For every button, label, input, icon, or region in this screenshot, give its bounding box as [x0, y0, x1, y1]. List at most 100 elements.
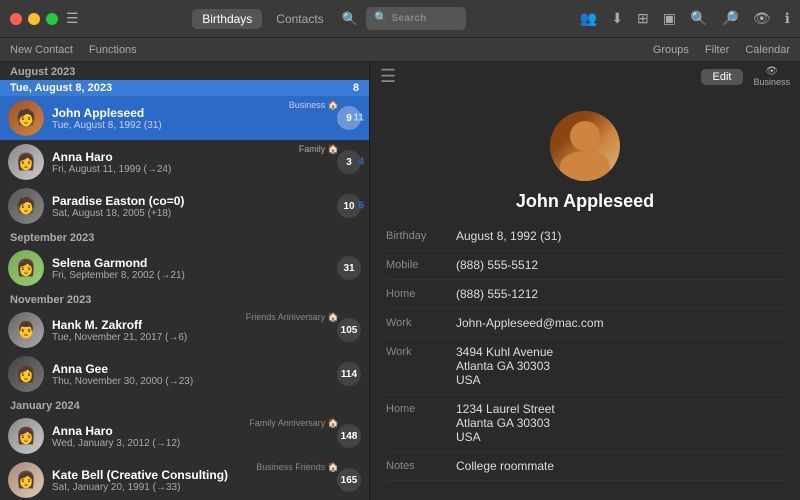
side-number-anna-aug: 4	[358, 157, 364, 168]
contact-tags-hank-nov: Friends Anniversary 🏠	[246, 312, 339, 323]
badge-anna-gee: 114	[337, 362, 361, 386]
business-toggle[interactable]: 👁 Business	[753, 66, 790, 87]
contact-date-hank-nov: Tue, November 21, 2017 (→6)	[52, 332, 329, 343]
side-number-john: 11	[353, 113, 364, 124]
list-view-icon[interactable]: ☰	[380, 66, 396, 87]
contact-row-john-appleseed[interactable]: 🧑 Business 🏠 John Appleseed Tue, August …	[0, 96, 369, 140]
filter-label[interactable]: Filter	[705, 44, 729, 56]
profile-avatar	[550, 111, 620, 181]
avatar-kate: 👩	[8, 462, 44, 498]
avatar-anna-gee: 👩	[8, 356, 44, 392]
birthdays-tab[interactable]: Birthdays	[192, 9, 262, 29]
contact-row-anna-haro-aug[interactable]: 👩 Family 🏠 Anna Haro Fri, August 11, 199…	[0, 140, 369, 184]
value-notes: College roommate	[456, 459, 784, 473]
info-icon[interactable]: ℹ	[785, 10, 790, 27]
contact-name-paradise: Paradise Easton (co=0)	[52, 194, 329, 208]
detail-toolbar: ☰ Edit 👁 Business	[370, 62, 800, 91]
contact-date-paradise: Sat, August 18, 2005 (+18)	[52, 208, 329, 219]
main-content: August 2023 Tue, August 8, 2023 8 🧑 Busi…	[0, 62, 800, 500]
month-header-nov: November 2023	[0, 290, 369, 308]
calendar-label[interactable]: Calendar	[745, 44, 790, 56]
value-mobile: (888) 555-5512	[456, 258, 784, 272]
info-row-home-phone: Home (888) 555-1212	[386, 280, 784, 309]
title-bar-center: Birthdays Contacts 🔍 🔍 Search	[87, 7, 572, 30]
edit-button[interactable]: Edit	[701, 69, 744, 85]
contact-name-john: John Appleseed	[52, 106, 329, 120]
value-work-address: 3494 Kuhl Avenue Atlanta GA 30303 USA	[456, 345, 784, 387]
window-icon[interactable]: ▣	[663, 10, 676, 27]
avatar-john: 🧑	[8, 100, 44, 136]
contact-row-kate[interactable]: 👩 Business Friends 🏠 Kate Bell (Creative…	[0, 458, 369, 500]
label-notes: Notes	[386, 459, 446, 472]
contact-info-paradise: Paradise Easton (co=0) Sat, August 18, 2…	[52, 194, 329, 219]
contact-info-anna-gee: Anna Gee Thu, November 30, 2000 (→23)	[52, 362, 329, 387]
label-mobile: Mobile	[386, 258, 446, 271]
label-birthday: Birthday	[386, 229, 446, 242]
value-work-email: John-Appleseed@mac.com	[456, 316, 784, 330]
value-home-address: 1234 Laurel Street Atlanta GA 30303 USA	[456, 402, 784, 444]
profile-section: John Appleseed	[370, 91, 800, 222]
close-button[interactable]	[10, 13, 22, 25]
contact-info-kate: Business Friends 🏠 Kate Bell (Creative C…	[52, 468, 329, 493]
label-work-address: Work	[386, 345, 446, 358]
contact-info-selena: Selena Garmond Fri, September 8, 2002 (→…	[52, 256, 329, 281]
label-work-email: Work	[386, 316, 446, 329]
eye-detail-icon: 👁	[765, 66, 778, 77]
contacts-list: August 2023 Tue, August 8, 2023 8 🧑 Busi…	[0, 62, 370, 500]
groups-label[interactable]: Groups	[653, 44, 689, 56]
search-input[interactable]: 🔍 Search	[366, 7, 466, 30]
label-home-phone: Home	[386, 287, 446, 300]
contacts-tab[interactable]: Contacts	[266, 9, 333, 29]
contact-date-anna-gee: Thu, November 30, 2000 (→23)	[52, 376, 329, 387]
month-header-jan: January 2024	[0, 396, 369, 414]
people-icon[interactable]: 👥	[580, 10, 597, 27]
profile-avatar-image	[550, 111, 620, 181]
contact-info-anna-aug: Family 🏠 Anna Haro Fri, August 11, 1999 …	[52, 150, 329, 175]
contact-row-anna-gee[interactable]: 👩 Anna Gee Thu, November 30, 2000 (→23) …	[0, 352, 369, 396]
side-number-paradise: 6	[358, 201, 364, 212]
avatar-anna-jan: 👩	[8, 418, 44, 454]
contact-info-anna-jan: Family Anniversary 🏠 Anna Haro Wed, Janu…	[52, 424, 329, 449]
badge-anna-jan: 148	[337, 424, 361, 448]
contact-tags-anna-jan: Family Anniversary 🏠	[249, 418, 339, 429]
info-row-mobile: Mobile (888) 555-5512	[386, 251, 784, 280]
hamburger-icon[interactable]: ☰	[66, 10, 79, 27]
grid-icon[interactable]: ⊞	[637, 10, 649, 27]
contact-row-selena[interactable]: 👩 Selena Garmond Fri, September 8, 2002 …	[0, 246, 369, 290]
contact-date-selena: Fri, September 8, 2002 (→21)	[52, 270, 329, 281]
contact-row-anna-haro-jan[interactable]: 👩 Family Anniversary 🏠 Anna Haro Wed, Ja…	[0, 414, 369, 458]
info-fields: Birthday August 8, 1992 (31) Mobile (888…	[370, 222, 800, 481]
info-row-work-address: Work 3494 Kuhl Avenue Atlanta GA 30303 U…	[386, 338, 784, 395]
new-contact-button[interactable]: New Contact	[10, 44, 73, 56]
info-row-notes: Notes College roommate	[386, 452, 784, 481]
minimize-button[interactable]	[28, 13, 40, 25]
zoom-icon[interactable]: 🔎	[721, 10, 738, 27]
maximize-button[interactable]	[46, 13, 58, 25]
month-header-august: August 2023	[0, 62, 369, 80]
badge-selena: 31	[337, 256, 361, 280]
profile-name: John Appleseed	[516, 191, 654, 212]
contact-row-hank-nov[interactable]: 👨 Friends Anniversary 🏠 Hank M. Zakroff …	[0, 308, 369, 352]
title-bar: ☰ Birthdays Contacts 🔍 🔍 Search 👥 ⬇ ⊞ ▣ …	[0, 0, 800, 38]
label-home-address: Home	[386, 402, 446, 415]
info-row-home-address: Home 1234 Laurel Street Atlanta GA 30303…	[386, 395, 784, 452]
contact-date-anna-aug: Fri, August 11, 1999 (→24)	[52, 164, 329, 175]
avatar-selena: 👩	[8, 250, 44, 286]
contact-row-paradise[interactable]: 🧑 Paradise Easton (co=0) Sat, August 18,…	[0, 184, 369, 228]
view-toggle: ☰	[380, 66, 396, 87]
contact-name-anna-gee: Anna Gee	[52, 362, 329, 376]
contact-info-hank-nov: Friends Anniversary 🏠 Hank M. Zakroff Tu…	[52, 318, 329, 343]
contact-date-john: Tue, August 8, 1992 (31)	[52, 120, 329, 131]
avatar-anna-aug: 👩	[8, 144, 44, 180]
functions-button[interactable]: Functions	[89, 44, 137, 56]
contact-tags-kate: Business Friends 🏠	[256, 462, 339, 473]
contact-info-john: Business 🏠 John Appleseed Tue, August 8,…	[52, 106, 329, 131]
value-birthday: August 8, 1992 (31)	[456, 229, 784, 243]
search-icon[interactable]: 🔍	[690, 10, 707, 27]
badge-hank-nov: 105	[337, 318, 361, 342]
eye-icon[interactable]: 👁	[753, 10, 771, 27]
month-header-sep: September 2023	[0, 228, 369, 246]
sub-toolbar: New Contact Functions Groups Filter Cale…	[0, 38, 800, 62]
info-row-work-email: Work John-Appleseed@mac.com	[386, 309, 784, 338]
filter-icon[interactable]: ⬇	[611, 10, 623, 27]
